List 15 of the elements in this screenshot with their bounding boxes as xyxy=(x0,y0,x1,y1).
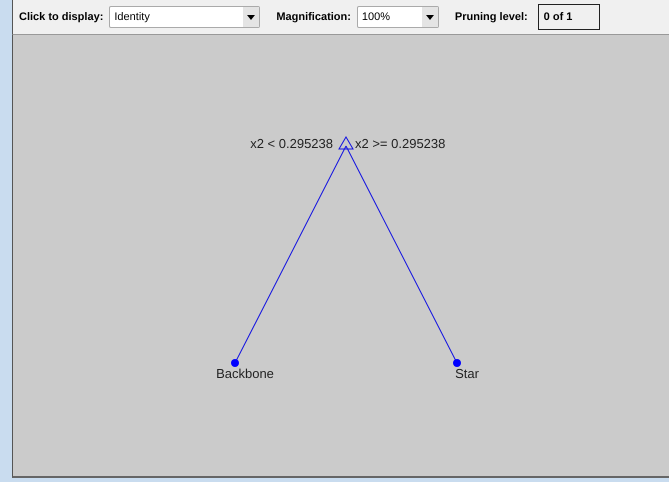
leaf-node xyxy=(453,359,461,367)
display-label: Click to display: xyxy=(19,11,104,23)
caret-icon xyxy=(247,14,256,20)
split-rule: x2 >= 0.295238 xyxy=(355,136,446,151)
magnification-dropdown[interactable]: 100% xyxy=(356,6,439,28)
leaf-node xyxy=(231,359,239,367)
caret-icon xyxy=(426,14,434,20)
pruning-level-field[interactable]: 0 of 1 xyxy=(538,4,600,30)
magnification-label: Magnification: xyxy=(276,11,351,23)
leaf-label: Star xyxy=(455,366,479,381)
pruning-label: Pruning level: xyxy=(454,11,528,23)
split-rule: x2 < 0.295238 xyxy=(250,136,333,151)
leaf-label: Backbone xyxy=(216,366,274,381)
branch-node xyxy=(338,136,354,150)
display-dropdown[interactable]: Identity xyxy=(109,6,260,28)
